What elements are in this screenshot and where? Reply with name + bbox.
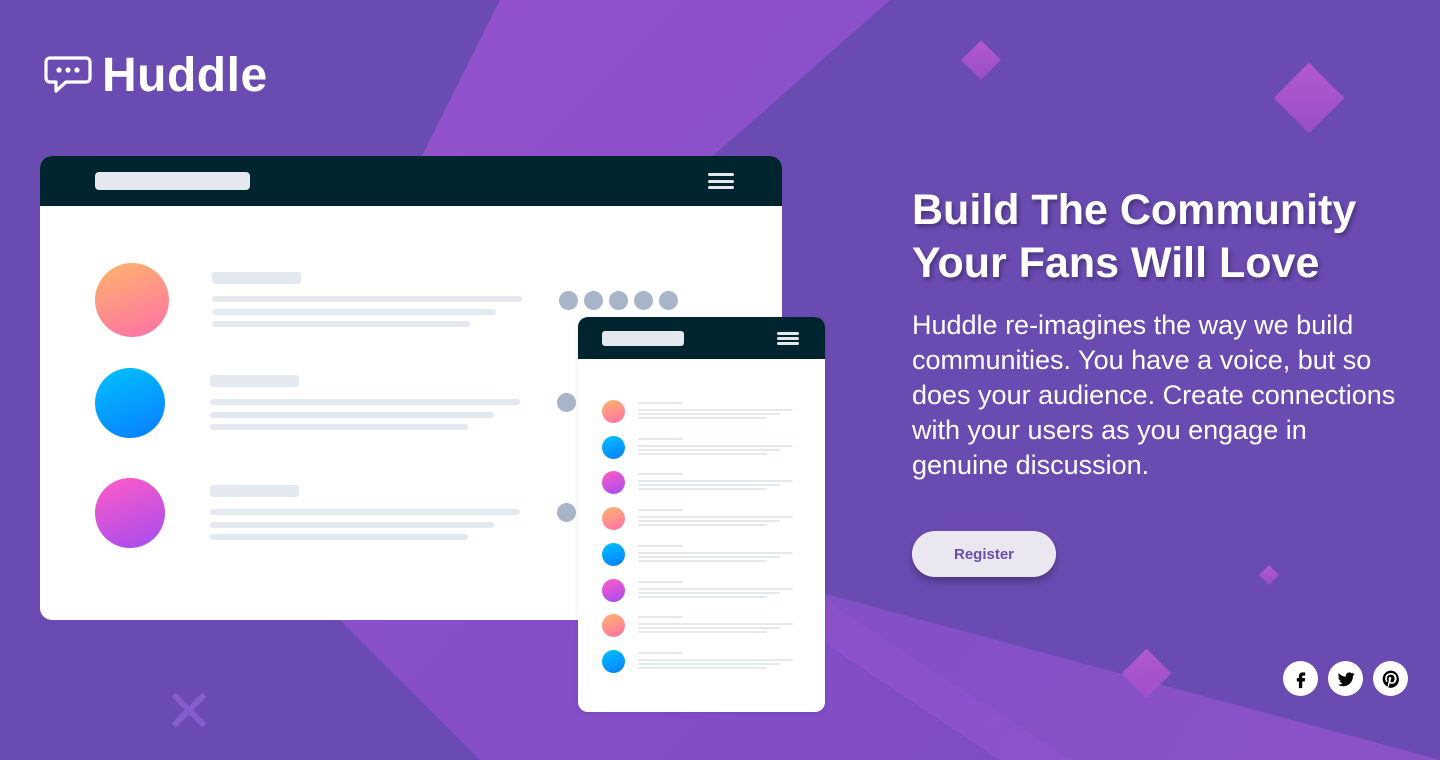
mockup-navbar <box>578 317 825 359</box>
headline-line-2: Your Fans Will Love <box>912 239 1320 287</box>
avatar <box>602 507 625 531</box>
avatar <box>95 478 165 548</box>
mobile-mockup-illustration <box>578 317 825 712</box>
avatar <box>95 368 165 438</box>
twitter-icon[interactable] <box>1328 661 1363 696</box>
placeholder-line <box>638 473 683 476</box>
chat-bubble-icon <box>44 56 92 93</box>
placeholder-line <box>638 551 793 554</box>
placeholder-line <box>638 591 780 594</box>
placeholder-line <box>638 452 767 455</box>
diamond-shape <box>961 40 1001 80</box>
brand-name: Huddle <box>102 49 268 102</box>
placeholder-line <box>638 488 767 491</box>
mockup-title-placeholder <box>95 172 250 190</box>
mockup-list-item <box>602 649 802 674</box>
placeholder-line <box>638 595 767 598</box>
facebook-icon[interactable] <box>1283 661 1318 696</box>
mockup-title-placeholder <box>602 331 684 346</box>
placeholder-line <box>638 544 683 547</box>
avatar <box>602 578 625 602</box>
placeholder-line <box>638 587 793 590</box>
placeholder-line <box>638 417 767 419</box>
placeholder-line <box>638 409 793 411</box>
x-shape: ✕ <box>164 678 215 745</box>
placeholder-line <box>638 413 780 415</box>
mockup-list-item <box>602 614 802 638</box>
hero-description: Huddle re-imagines the way we build comm… <box>912 310 1396 480</box>
mockup-list-item <box>602 578 802 603</box>
mockup-dots <box>557 503 576 522</box>
twitter-glyph <box>1337 671 1355 686</box>
mockup-list-item <box>95 368 575 448</box>
avatar <box>95 263 169 337</box>
register-button[interactable]: Register <box>912 531 1056 577</box>
avatar <box>602 400 625 423</box>
placeholder-line <box>638 631 767 634</box>
placeholder-line <box>638 580 683 583</box>
placeholder-line <box>638 437 683 440</box>
placeholder-line <box>638 516 793 519</box>
placeholder-line <box>638 480 793 483</box>
placeholder-line <box>638 402 683 404</box>
brand-logo[interactable]: Huddle <box>44 52 268 100</box>
hamburger-menu-icon <box>777 332 799 345</box>
avatar <box>602 614 625 638</box>
avatar <box>602 542 625 566</box>
placeholder-line <box>638 509 683 512</box>
mockup-list-item <box>602 471 802 495</box>
mockup-dots <box>557 393 576 412</box>
diamond-shape <box>1273 62 1345 134</box>
pinterest-glyph <box>1382 670 1399 688</box>
mockup-list-item <box>602 435 802 460</box>
placeholder-line <box>638 616 683 619</box>
placeholder-line <box>638 627 780 630</box>
hamburger-menu-icon <box>708 173 734 189</box>
mockup-list-item <box>95 263 575 343</box>
placeholder-line <box>638 448 780 451</box>
placeholder-line <box>638 623 793 626</box>
placeholder-line <box>638 666 767 669</box>
placeholder-line <box>638 662 780 665</box>
mockup-list-item <box>602 507 802 531</box>
placeholder-line <box>638 520 780 523</box>
pinterest-icon[interactable] <box>1373 661 1408 696</box>
avatar <box>602 649 625 673</box>
avatar <box>602 471 625 495</box>
mockup-dots <box>559 291 678 310</box>
placeholder-line <box>638 484 780 487</box>
hero-headline: Build The Community Your Fans Will Love <box>912 184 1412 290</box>
placeholder-line <box>638 559 767 562</box>
mockup-list-item <box>602 542 802 567</box>
mockup-list-item <box>602 400 802 424</box>
social-links <box>1283 661 1408 696</box>
placeholder-line <box>638 555 780 558</box>
hero-section: Build The Community Your Fans Will Love … <box>912 184 1412 483</box>
facebook-glyph <box>1296 671 1305 688</box>
mockup-list-item <box>95 478 575 558</box>
mockup-navbar <box>40 156 782 206</box>
placeholder-line <box>638 658 793 661</box>
headline-line-1: Build The Community <box>912 186 1357 234</box>
avatar <box>602 435 625 459</box>
placeholder-line <box>638 524 767 527</box>
diamond-shape <box>1259 565 1279 585</box>
placeholder-line <box>638 651 683 654</box>
placeholder-line <box>638 444 793 447</box>
